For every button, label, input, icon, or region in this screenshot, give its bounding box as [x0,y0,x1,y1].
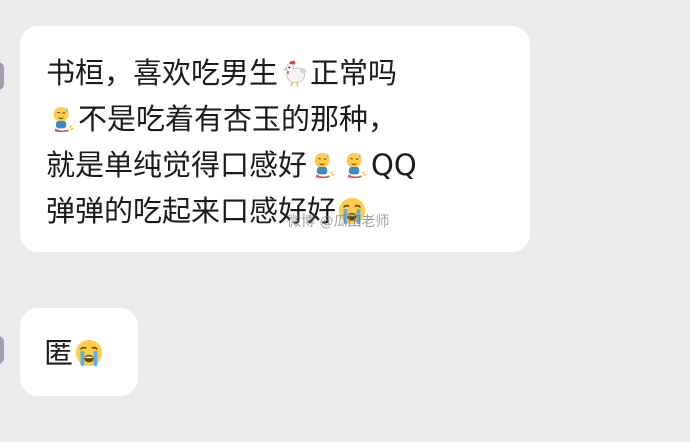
message-line: 匿 [44,330,114,376]
message-bubble[interactable]: 匿 [20,308,138,396]
message-text: 匿 [44,336,74,370]
message-line: 书桓，喜欢吃男生 正常吗 [46,50,504,96]
message-text: 书桓，喜欢吃男生 [46,56,279,90]
kneeling-sweat-emoji-icon [340,147,370,179]
message-line: 不是吃着有杏玉的那种， [46,96,504,142]
kneeling-sweat-emoji-icon [47,101,77,133]
message-text: 正常吗 [310,56,398,90]
loudly-crying-emoji-icon [337,193,367,225]
message-text: 就是单纯觉得口感好 [46,148,308,182]
message-text: 不是吃着有杏玉的那种， [78,102,398,136]
message-text: QQ [371,148,417,182]
message-line: 弹弹的吃起来口感好好 [46,188,504,234]
message-text: 弹弹的吃起来口感好好 [46,194,337,228]
sender-avatar[interactable] [0,62,4,90]
loudly-crying-emoji-icon [74,335,104,367]
kneeling-sweat-emoji-icon [308,147,338,179]
sender-avatar[interactable] [0,336,4,364]
message-bubble[interactable]: 书桓，喜欢吃男生 正常吗不是吃着有杏玉的那种， 就是单纯觉得口感好 QQ 弹弹的吃起来口… [20,26,530,252]
rooster-emoji-icon [279,55,309,87]
message-line: 就是单纯觉得口感好 QQ [46,142,504,188]
chat-area: 书桓，喜欢吃男生 正常吗不是吃着有杏玉的那种， 就是单纯觉得口感好 QQ 弹弹的吃起来口… [0,0,690,442]
